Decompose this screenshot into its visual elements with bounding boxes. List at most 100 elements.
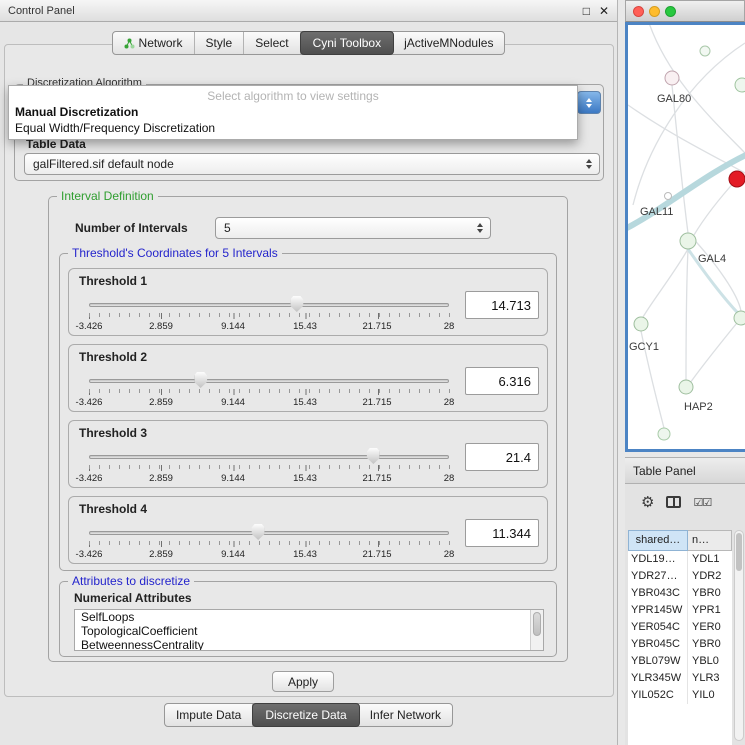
cell[interactable]: YBR0 bbox=[688, 636, 732, 653]
node-label: GAL80 bbox=[657, 93, 691, 105]
threshold-1-panel: Threshold 1 -3.4262.8599.14415.4321.7152… bbox=[68, 268, 548, 336]
tab-select[interactable]: Select bbox=[244, 32, 300, 54]
cell[interactable]: YDL19… bbox=[628, 551, 688, 568]
network-node[interactable] bbox=[665, 193, 672, 200]
network-node[interactable] bbox=[735, 78, 745, 92]
list-item[interactable]: BetweennessCentrality bbox=[75, 638, 543, 651]
cell[interactable]: YBR0 bbox=[688, 585, 732, 602]
slider-thumb[interactable] bbox=[252, 524, 265, 540]
table-header-row: shared… n… bbox=[628, 530, 732, 551]
list-item[interactable]: SelfLoops bbox=[75, 610, 543, 624]
network-node[interactable] bbox=[700, 46, 710, 56]
network-node[interactable] bbox=[680, 233, 696, 249]
network-node[interactable] bbox=[634, 317, 648, 331]
threshold-4-slider[interactable]: -3.4262.8599.14415.4321.71528 bbox=[89, 521, 449, 563]
slider-track[interactable] bbox=[89, 531, 449, 535]
numerical-attributes-list[interactable]: SelfLoops TopologicalCoefficient Between… bbox=[74, 609, 544, 651]
columns-icon[interactable] bbox=[666, 496, 681, 508]
cell[interactable]: YBL079W bbox=[628, 653, 688, 670]
threshold-3-panel: Threshold 3 -3.4262.8599.14415.4321.7152… bbox=[68, 420, 548, 488]
cell[interactable]: YER054C bbox=[628, 619, 688, 636]
cell[interactable]: YER0 bbox=[688, 619, 732, 636]
network-node[interactable] bbox=[734, 311, 745, 325]
cell[interactable]: YLR3 bbox=[688, 670, 732, 687]
threshold-1-slider[interactable]: -3.4262.8599.14415.4321.71528 bbox=[89, 293, 449, 335]
threshold-2-value-field[interactable] bbox=[465, 367, 539, 395]
cell[interactable]: YBL0 bbox=[688, 653, 732, 670]
slider-thumb[interactable] bbox=[290, 296, 303, 312]
close-traffic-light[interactable] bbox=[633, 6, 644, 17]
table-row[interactable]: YIL052C YIL0 bbox=[628, 687, 732, 704]
tab-impute-data[interactable]: Impute Data bbox=[165, 704, 253, 726]
column-header-shared[interactable]: shared… bbox=[628, 530, 688, 551]
close-window-icon[interactable]: ✕ bbox=[599, 4, 609, 18]
minimize-traffic-light[interactable] bbox=[649, 6, 660, 17]
threshold-2-slider[interactable]: -3.4262.8599.14415.4321.71528 bbox=[89, 369, 449, 411]
threshold-label: Threshold 2 bbox=[79, 350, 147, 364]
threshold-4-value-field[interactable] bbox=[465, 519, 539, 547]
tab-infer-network[interactable]: Infer Network bbox=[359, 704, 452, 726]
tab-jactivemnodules[interactable]: jActiveMNodules bbox=[393, 32, 504, 54]
threshold-3-slider[interactable]: -3.4262.8599.14415.4321.71528 bbox=[89, 445, 449, 487]
algorithm-combobox-button[interactable] bbox=[577, 91, 601, 114]
attributes-scrollbar[interactable] bbox=[530, 610, 543, 650]
table-row[interactable]: YER054C YER0 bbox=[628, 619, 732, 636]
cell[interactable]: YDR27… bbox=[628, 568, 688, 585]
zoom-traffic-light[interactable] bbox=[665, 6, 676, 17]
table-row[interactable]: YDR27… YDR2 bbox=[628, 568, 732, 585]
slider-track[interactable] bbox=[89, 303, 449, 307]
cell[interactable]: YDR2 bbox=[688, 568, 732, 585]
cell[interactable]: YIL0 bbox=[688, 687, 732, 704]
table-row[interactable]: YBR043C YBR0 bbox=[628, 585, 732, 602]
slider-thumb[interactable] bbox=[367, 448, 380, 464]
slider-scale-label: 21.715 bbox=[362, 549, 391, 560]
cell[interactable]: YBR045C bbox=[628, 636, 688, 653]
scrollbar-thumb[interactable] bbox=[533, 612, 541, 636]
popup-option-manual-discretization[interactable]: Manual Discretization bbox=[9, 104, 577, 120]
slider-scale-label: 21.715 bbox=[362, 397, 391, 408]
cell[interactable]: YPR1 bbox=[688, 602, 732, 619]
list-item[interactable]: TopologicalCoefficient bbox=[75, 624, 543, 638]
tab-network[interactable]: Network bbox=[113, 32, 195, 54]
cell[interactable]: YIL052C bbox=[628, 687, 688, 704]
selected-network-node[interactable] bbox=[729, 171, 745, 187]
network-canvas[interactable]: GAL80 GAL11 GAL4 GCY1 HAP2 bbox=[628, 25, 745, 449]
cell[interactable]: YLR345W bbox=[628, 670, 688, 687]
network-window-titlebar bbox=[625, 0, 745, 22]
table-row[interactable]: YDL19… YDL1 bbox=[628, 551, 732, 568]
slider-scale-label: 9.144 bbox=[221, 321, 245, 332]
threshold-3-value-field[interactable] bbox=[465, 443, 539, 471]
cell[interactable]: YDL1 bbox=[688, 551, 732, 568]
table-row[interactable]: YPR145W YPR1 bbox=[628, 602, 732, 619]
threshold-2-panel: Threshold 2 -3.4262.8599.14415.4321.7152… bbox=[68, 344, 548, 412]
table-row[interactable]: YBL079W YBL0 bbox=[628, 653, 732, 670]
gear-icon[interactable]: ⚙ bbox=[641, 495, 654, 510]
tab-cyni-toolbox[interactable]: Cyni Toolbox bbox=[300, 31, 394, 55]
table-row[interactable]: YLR345W YLR3 bbox=[628, 670, 732, 687]
scrollbar-thumb[interactable] bbox=[736, 533, 742, 571]
cell[interactable]: YPR145W bbox=[628, 602, 688, 619]
threshold-1-value-field[interactable] bbox=[465, 291, 539, 319]
network-node[interactable] bbox=[658, 428, 670, 440]
number-of-intervals-combobox[interactable]: 5 bbox=[215, 217, 491, 239]
slider-track[interactable] bbox=[89, 379, 449, 383]
table-row[interactable]: YBR045C YBR0 bbox=[628, 636, 732, 653]
apply-button[interactable]: Apply bbox=[272, 671, 334, 692]
network-node[interactable] bbox=[665, 71, 679, 85]
table-data-combobox[interactable]: galFiltered.sif default node bbox=[24, 153, 600, 175]
popup-option-equal-width-frequency[interactable]: Equal Width/Frequency Discretization bbox=[9, 120, 577, 136]
interval-definition-group: Interval Definition Number of Intervals … bbox=[48, 196, 568, 662]
cell[interactable]: YBR043C bbox=[628, 585, 688, 602]
slider-track[interactable] bbox=[89, 455, 449, 459]
table-scrollbar[interactable] bbox=[734, 530, 744, 741]
select-columns-icon[interactable]: ☑☑ bbox=[693, 496, 711, 509]
column-header-name[interactable]: n… bbox=[688, 530, 732, 551]
network-node[interactable] bbox=[679, 380, 693, 394]
table-panel-toolbar: ⚙ ☑☑ bbox=[625, 484, 745, 520]
algorithm-dropdown-popup: Select algorithm to view settings Manual… bbox=[8, 85, 578, 140]
tab-style[interactable]: Style bbox=[195, 32, 245, 54]
tab-discretize-data[interactable]: Discretize Data bbox=[252, 703, 359, 727]
slider-thumb[interactable] bbox=[194, 372, 207, 388]
node-attribute-table: shared… n… YDL19… YDL1 YDR27… YDR2 YBR04… bbox=[628, 530, 732, 745]
float-window-icon[interactable]: □ bbox=[583, 4, 590, 18]
